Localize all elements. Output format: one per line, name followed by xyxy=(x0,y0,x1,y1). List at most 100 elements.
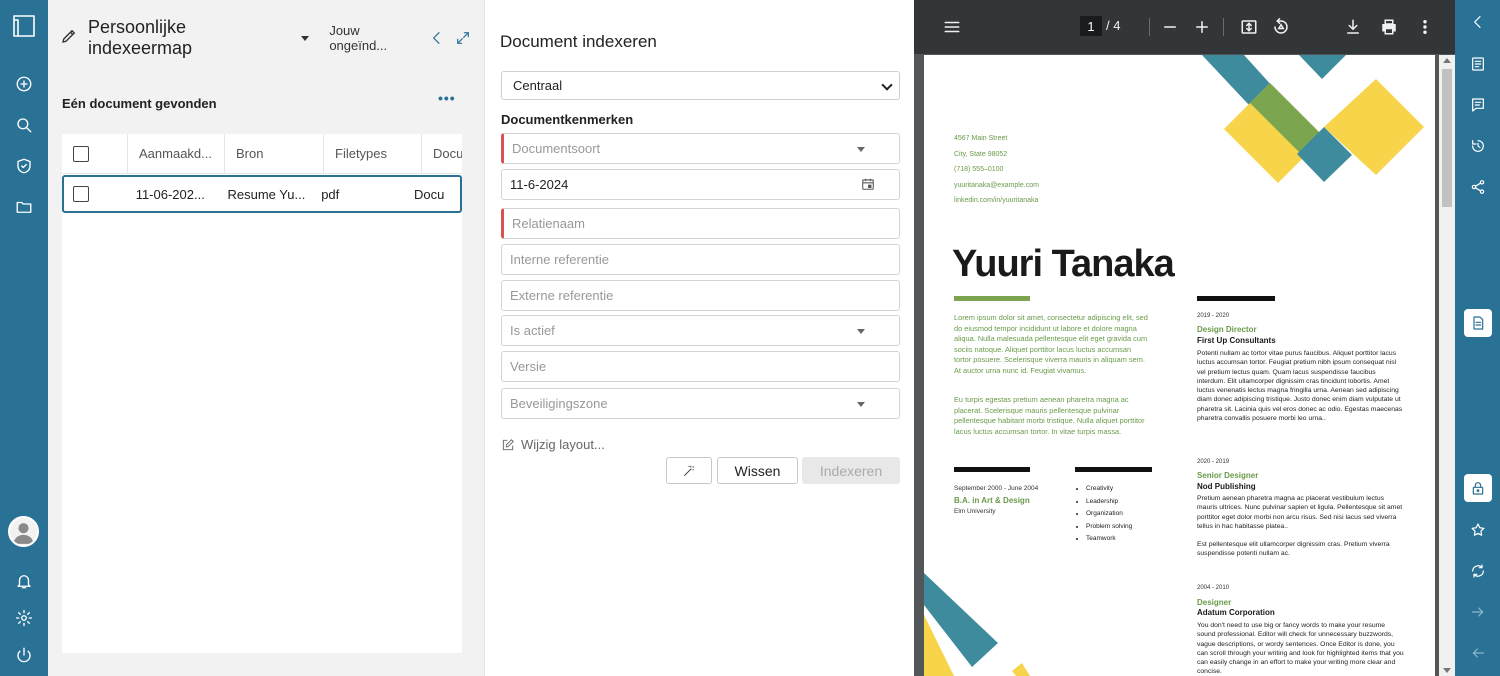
contact-email: yuuritanaka@example.com xyxy=(954,181,1039,189)
download-icon[interactable] xyxy=(1342,16,1364,38)
more-vertical-icon[interactable] xyxy=(1414,16,1436,38)
job-company: Nod Publishing xyxy=(1197,482,1256,491)
magic-wand-button[interactable] xyxy=(666,457,712,484)
edit-layout-link[interactable]: Wijzig layout... xyxy=(501,437,605,452)
documents-table: Aanmaakd... Bron Filetypes Docu 11-06-20… xyxy=(62,134,462,653)
job-date: 2020 - 2019 xyxy=(1197,459,1230,465)
index-document-form: Document indexeren Centraal Documentkenm… xyxy=(484,0,914,676)
chevron-left-icon[interactable] xyxy=(1467,11,1489,33)
magic-wand-icon xyxy=(684,465,695,476)
fit-page-icon[interactable] xyxy=(1238,16,1260,38)
scrollbar-thumb[interactable] xyxy=(1442,69,1452,207)
power-icon[interactable] xyxy=(12,643,36,667)
add-icon[interactable] xyxy=(12,72,36,96)
select-all-checkbox[interactable] xyxy=(73,145,89,162)
list-item: Organization xyxy=(1086,508,1132,521)
resume-intro-1: Lorem ipsum dolor sit amet, consectetur … xyxy=(954,313,1148,375)
results-count: Eén document gevonden xyxy=(62,96,217,111)
resume-contact: 4567 Main Street City, State 98052 (718)… xyxy=(954,131,1039,209)
hamburger-menu-icon[interactable] xyxy=(941,16,963,38)
form-title: Document indexeren xyxy=(500,32,657,51)
document-list-icon[interactable] xyxy=(1467,53,1489,75)
clear-button[interactable]: Wissen xyxy=(717,457,798,484)
job-description: You don't need to use big or fancy words… xyxy=(1197,622,1404,676)
is-actief-field[interactable]: Is actief xyxy=(501,315,900,346)
document-details-icon[interactable] xyxy=(1464,309,1492,337)
interne-referentie-field[interactable]: Interne referentie xyxy=(501,244,900,275)
versie-placeholder: Versie xyxy=(510,359,547,374)
pdf-page: 4567 Main Street City, State 98052 (718)… xyxy=(924,55,1435,676)
history-icon[interactable] xyxy=(1467,135,1489,157)
versie-field[interactable]: Versie xyxy=(501,351,900,382)
search-icon[interactable] xyxy=(12,113,36,137)
arrow-right-icon[interactable] xyxy=(1467,601,1489,623)
caret-down-icon xyxy=(857,402,865,407)
calendar-icon[interactable] xyxy=(861,177,875,191)
beveiligingszone-field[interactable]: Beveiligingszone xyxy=(501,388,900,419)
pdf-scrollbar[interactable] xyxy=(1439,55,1455,676)
print-icon[interactable] xyxy=(1378,16,1400,38)
column-header-filetypes[interactable]: Filetypes xyxy=(324,134,422,173)
contact-city: City, State 98052 xyxy=(954,150,1008,158)
caret-down-icon xyxy=(857,329,865,334)
lock-icon[interactable] xyxy=(1464,474,1492,502)
edit-square-icon xyxy=(502,438,514,450)
documentsoort-placeholder: Documentsoort xyxy=(512,141,601,156)
avatar[interactable] xyxy=(8,516,39,547)
comment-icon[interactable] xyxy=(1467,94,1489,116)
contact-phone: (718) 555–0100 xyxy=(954,166,1004,173)
folder-icon[interactable] xyxy=(12,195,36,219)
bell-icon[interactable] xyxy=(12,569,36,593)
more-options-button[interactable]: ••• xyxy=(438,90,456,106)
black-divider xyxy=(1075,467,1152,472)
education-date: September 2000 - June 2004 xyxy=(954,485,1039,492)
refresh-icon[interactable] xyxy=(1467,560,1489,582)
page-number-input[interactable]: 1 xyxy=(1080,16,1102,36)
skills-list: Creativity Leadership Organization Probl… xyxy=(1086,483,1132,546)
index-button[interactable]: Indexeren xyxy=(802,457,900,484)
caret-down-icon[interactable] xyxy=(301,35,310,41)
row-checkbox[interactable] xyxy=(73,186,89,202)
black-divider xyxy=(954,467,1030,472)
date-field[interactable]: 11-6-2024 xyxy=(501,169,900,200)
indexing-folder-panel: Persoonlijke indexeermap Jouw ongeïnd...… xyxy=(48,0,484,676)
job-company: Adatum Corporation xyxy=(1197,608,1275,617)
expand-icon[interactable] xyxy=(454,29,472,47)
right-tool-rail xyxy=(1455,0,1500,676)
is-actief-placeholder: Is actief xyxy=(510,323,555,338)
gear-icon[interactable] xyxy=(12,606,36,630)
education-degree: B.A. in Art & Design xyxy=(954,496,1030,505)
toolbar-divider xyxy=(1223,18,1224,36)
folder-header: Persoonlijke indexeermap Jouw ongeïnd... xyxy=(60,17,472,58)
star-icon[interactable] xyxy=(1467,519,1489,541)
arrow-left-icon[interactable] xyxy=(1467,642,1489,664)
app-logo-icon[interactable] xyxy=(12,14,36,38)
zone-select[interactable]: Centraal xyxy=(501,71,900,100)
pencil-icon[interactable] xyxy=(60,27,78,50)
column-header-source[interactable]: Bron xyxy=(225,134,324,173)
user-silhouette-icon xyxy=(13,523,34,544)
job-date: 2019 - 2020 xyxy=(1197,313,1230,319)
zoom-out-icon[interactable] xyxy=(1159,16,1181,38)
externe-referentie-field[interactable]: Externe referentie xyxy=(501,280,900,311)
column-header-document[interactable]: Docu xyxy=(422,134,462,173)
section-title: Documentkenmerken xyxy=(501,112,634,127)
documentsoort-field[interactable]: Documentsoort xyxy=(501,133,900,164)
column-header-created[interactable]: Aanmaakd... xyxy=(128,134,225,173)
scroll-down-icon[interactable] xyxy=(1443,668,1451,673)
shield-check-icon[interactable] xyxy=(12,154,36,178)
chevron-left-icon[interactable] xyxy=(428,29,446,47)
relatienaam-field[interactable]: Relatienaam xyxy=(501,208,900,239)
list-item: Creativity xyxy=(1086,483,1132,496)
pdf-toolbar: 1 / 4 xyxy=(914,0,1455,54)
cell-filetype: pdf xyxy=(321,186,340,202)
share-icon[interactable] xyxy=(1467,176,1489,198)
scroll-up-icon[interactable] xyxy=(1443,58,1451,63)
rotate-icon[interactable] xyxy=(1270,16,1292,38)
page-total: / 4 xyxy=(1106,18,1121,33)
row-select-cell xyxy=(64,177,125,211)
folder-subtitle: Jouw ongeïnd... xyxy=(329,23,388,53)
zoom-in-icon[interactable] xyxy=(1191,16,1213,38)
table-row[interactable]: 11-06-202... Resume Yu... pdf Docu xyxy=(62,175,462,213)
folder-title[interactable]: Persoonlijke indexeermap xyxy=(88,17,293,59)
